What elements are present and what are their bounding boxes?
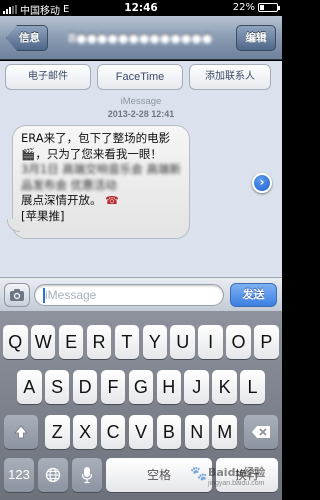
phone-icon: ☎ xyxy=(105,194,119,207)
key-l[interactable]: L xyxy=(240,370,265,404)
back-button[interactable]: 信息 xyxy=(6,25,48,51)
composer-bar: iMessage 发送 xyxy=(0,277,282,311)
key-r[interactable]: R xyxy=(86,325,112,359)
send-button[interactable]: 发送 xyxy=(230,283,277,307)
message-text-end: 展点深情开放。 xyxy=(21,193,102,207)
delete-key[interactable] xyxy=(244,415,278,449)
key-o[interactable]: O xyxy=(226,325,251,359)
key-j[interactable]: J xyxy=(184,370,209,404)
edit-button[interactable]: 编辑 xyxy=(236,25,276,51)
key-u[interactable]: U xyxy=(170,325,195,359)
key-p[interactable]: P xyxy=(254,325,279,359)
key-y[interactable]: Y xyxy=(142,325,168,359)
status-right: 22% xyxy=(232,2,280,13)
key-c[interactable]: C xyxy=(100,415,126,449)
detail-disclosure-icon[interactable]: › xyxy=(252,173,272,193)
key-h[interactable]: H xyxy=(156,370,182,404)
key-a[interactable]: A xyxy=(17,370,42,404)
message-tail: [苹果推] xyxy=(21,208,65,223)
battery-percent: 22% xyxy=(232,2,255,13)
message-text-line: 展点深情开放。 ☎ xyxy=(21,193,181,209)
key-w[interactable]: W xyxy=(30,325,56,359)
key-b[interactable]: B xyxy=(156,415,182,449)
contact-actions: 电子邮件 FaceTime 添加联系人 xyxy=(5,64,277,90)
globe-key[interactable] xyxy=(38,458,68,492)
key-e[interactable]: E xyxy=(58,325,84,359)
key-k[interactable]: K xyxy=(212,370,237,404)
numbers-key[interactable]: 123 xyxy=(4,458,34,492)
key-g[interactable]: G xyxy=(128,370,154,404)
message-obscured-text: 3月1日 高端交响音乐会 高端新品发布会 优惠活动 xyxy=(21,162,181,192)
key-f[interactable]: F xyxy=(100,370,126,404)
return-key[interactable]: 换行 xyxy=(216,458,278,492)
message-timestamp: 2013-2-28 12:41 xyxy=(107,109,175,119)
email-button[interactable]: 电子邮件 xyxy=(5,64,91,90)
key-q[interactable]: Q xyxy=(3,325,28,359)
service-label: iMessage xyxy=(120,96,162,107)
camera-button[interactable] xyxy=(4,283,30,307)
conversation-area[interactable]: 电子邮件 FaceTime 添加联系人 iMessage 2013-2-28 1… xyxy=(0,61,282,277)
key-m[interactable]: M xyxy=(212,415,237,449)
dictation-key[interactable] xyxy=(72,458,102,492)
space-key[interactable]: 空格 xyxy=(106,458,212,492)
key-x[interactable]: X xyxy=(72,415,98,449)
microphone-icon xyxy=(81,467,93,484)
shift-arrow-icon xyxy=(14,425,28,439)
status-bar: 中国移动 E 12:46 22% xyxy=(0,0,282,17)
battery-icon xyxy=(258,3,280,12)
key-n[interactable]: N xyxy=(184,415,210,449)
key-z[interactable]: Z xyxy=(45,415,70,449)
text-caret xyxy=(43,288,45,303)
contact-title: 8●●●●●●●●●●●●● xyxy=(67,31,213,45)
globe-icon xyxy=(45,467,61,483)
message-input[interactable]: iMessage xyxy=(34,284,224,306)
backspace-icon xyxy=(252,426,270,438)
key-d[interactable]: D xyxy=(72,370,98,404)
message-bubble[interactable]: ERA来了，包下了整场的电影🎬，只为了您来看我一眼！ 3月1日 高端交响音乐会 … xyxy=(7,125,190,239)
navigation-bar: 信息 8●●●●●●●●●●●●● 编辑 xyxy=(0,16,282,60)
shift-key[interactable] xyxy=(4,415,38,449)
add-contact-button[interactable]: 添加联系人 xyxy=(189,64,271,90)
facetime-button[interactable]: FaceTime xyxy=(97,64,183,90)
key-v[interactable]: V xyxy=(128,415,154,449)
keyboard: QWERTYUIOP ASDFGHJKL ZXCVBNM 123 空格 换行 xyxy=(0,311,282,500)
key-s[interactable]: S xyxy=(44,370,70,404)
message-input-placeholder: iMessage xyxy=(45,288,97,302)
camera-icon xyxy=(10,289,24,301)
key-i[interactable]: I xyxy=(198,325,223,359)
message-text: ERA来了，包下了整场的电影🎬，只为了您来看我一眼！ xyxy=(21,131,171,161)
key-t[interactable]: T xyxy=(114,325,140,359)
